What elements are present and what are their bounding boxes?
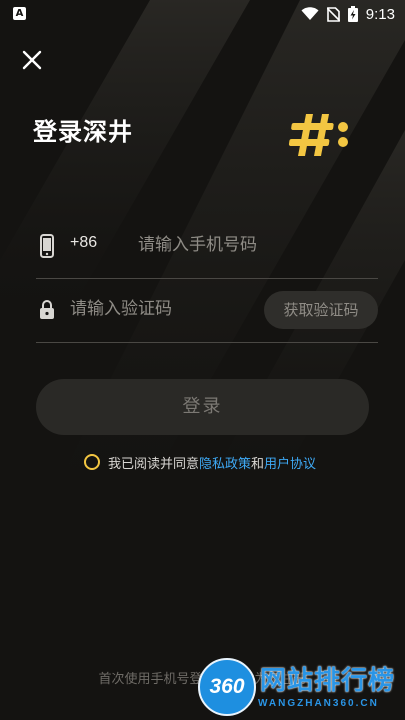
app-notification-icon: A xyxy=(13,7,26,20)
page-title: 登录深井 xyxy=(33,118,133,146)
country-code[interactable]: +86 xyxy=(70,234,97,252)
verification-code-field: 获取验证码 xyxy=(36,284,378,343)
agreement-row: 我已阅读并同意 隐私政策 和 用户协议 xyxy=(84,452,316,472)
wifi-icon xyxy=(301,7,319,20)
phone-icon xyxy=(40,234,54,258)
lock-icon xyxy=(40,300,54,319)
watermark-subtext: WANGZHAN360.CN xyxy=(258,698,379,709)
phone-input[interactable] xyxy=(138,228,368,262)
hash-logo-icon xyxy=(288,114,348,156)
agreement-conjunction: 和 xyxy=(251,456,265,472)
phone-field: +86 xyxy=(36,220,378,279)
close-button[interactable] xyxy=(18,46,46,74)
verification-code-input[interactable] xyxy=(70,292,250,326)
watermark-badge: 360 xyxy=(198,658,256,716)
close-icon xyxy=(22,50,42,70)
status-bar: A 9:13 xyxy=(0,0,405,28)
status-icons: 9:13 xyxy=(301,4,395,24)
watermark-text: 网站排行榜 xyxy=(260,666,396,696)
agreement-prefix: 我已阅读并同意 xyxy=(108,456,200,472)
login-button[interactable]: 登录 xyxy=(36,379,369,435)
get-code-button[interactable]: 获取验证码 xyxy=(264,291,378,329)
login-screen: A 9:13 登录深井 +86 请输入手机号码 请输入验证码 获取验证码 登录 … xyxy=(0,0,405,720)
battery-charging-icon xyxy=(347,6,358,22)
user-agreement-link[interactable]: 用户协议 xyxy=(264,453,316,472)
no-sim-icon xyxy=(326,6,340,22)
privacy-policy-link[interactable]: 隐私政策 xyxy=(199,453,251,472)
status-time: 9:13 xyxy=(365,5,395,23)
watermark: 360 网站排行榜 WANGZHAN360.CN xyxy=(198,654,402,718)
agreement-checkbox[interactable] xyxy=(84,454,100,470)
